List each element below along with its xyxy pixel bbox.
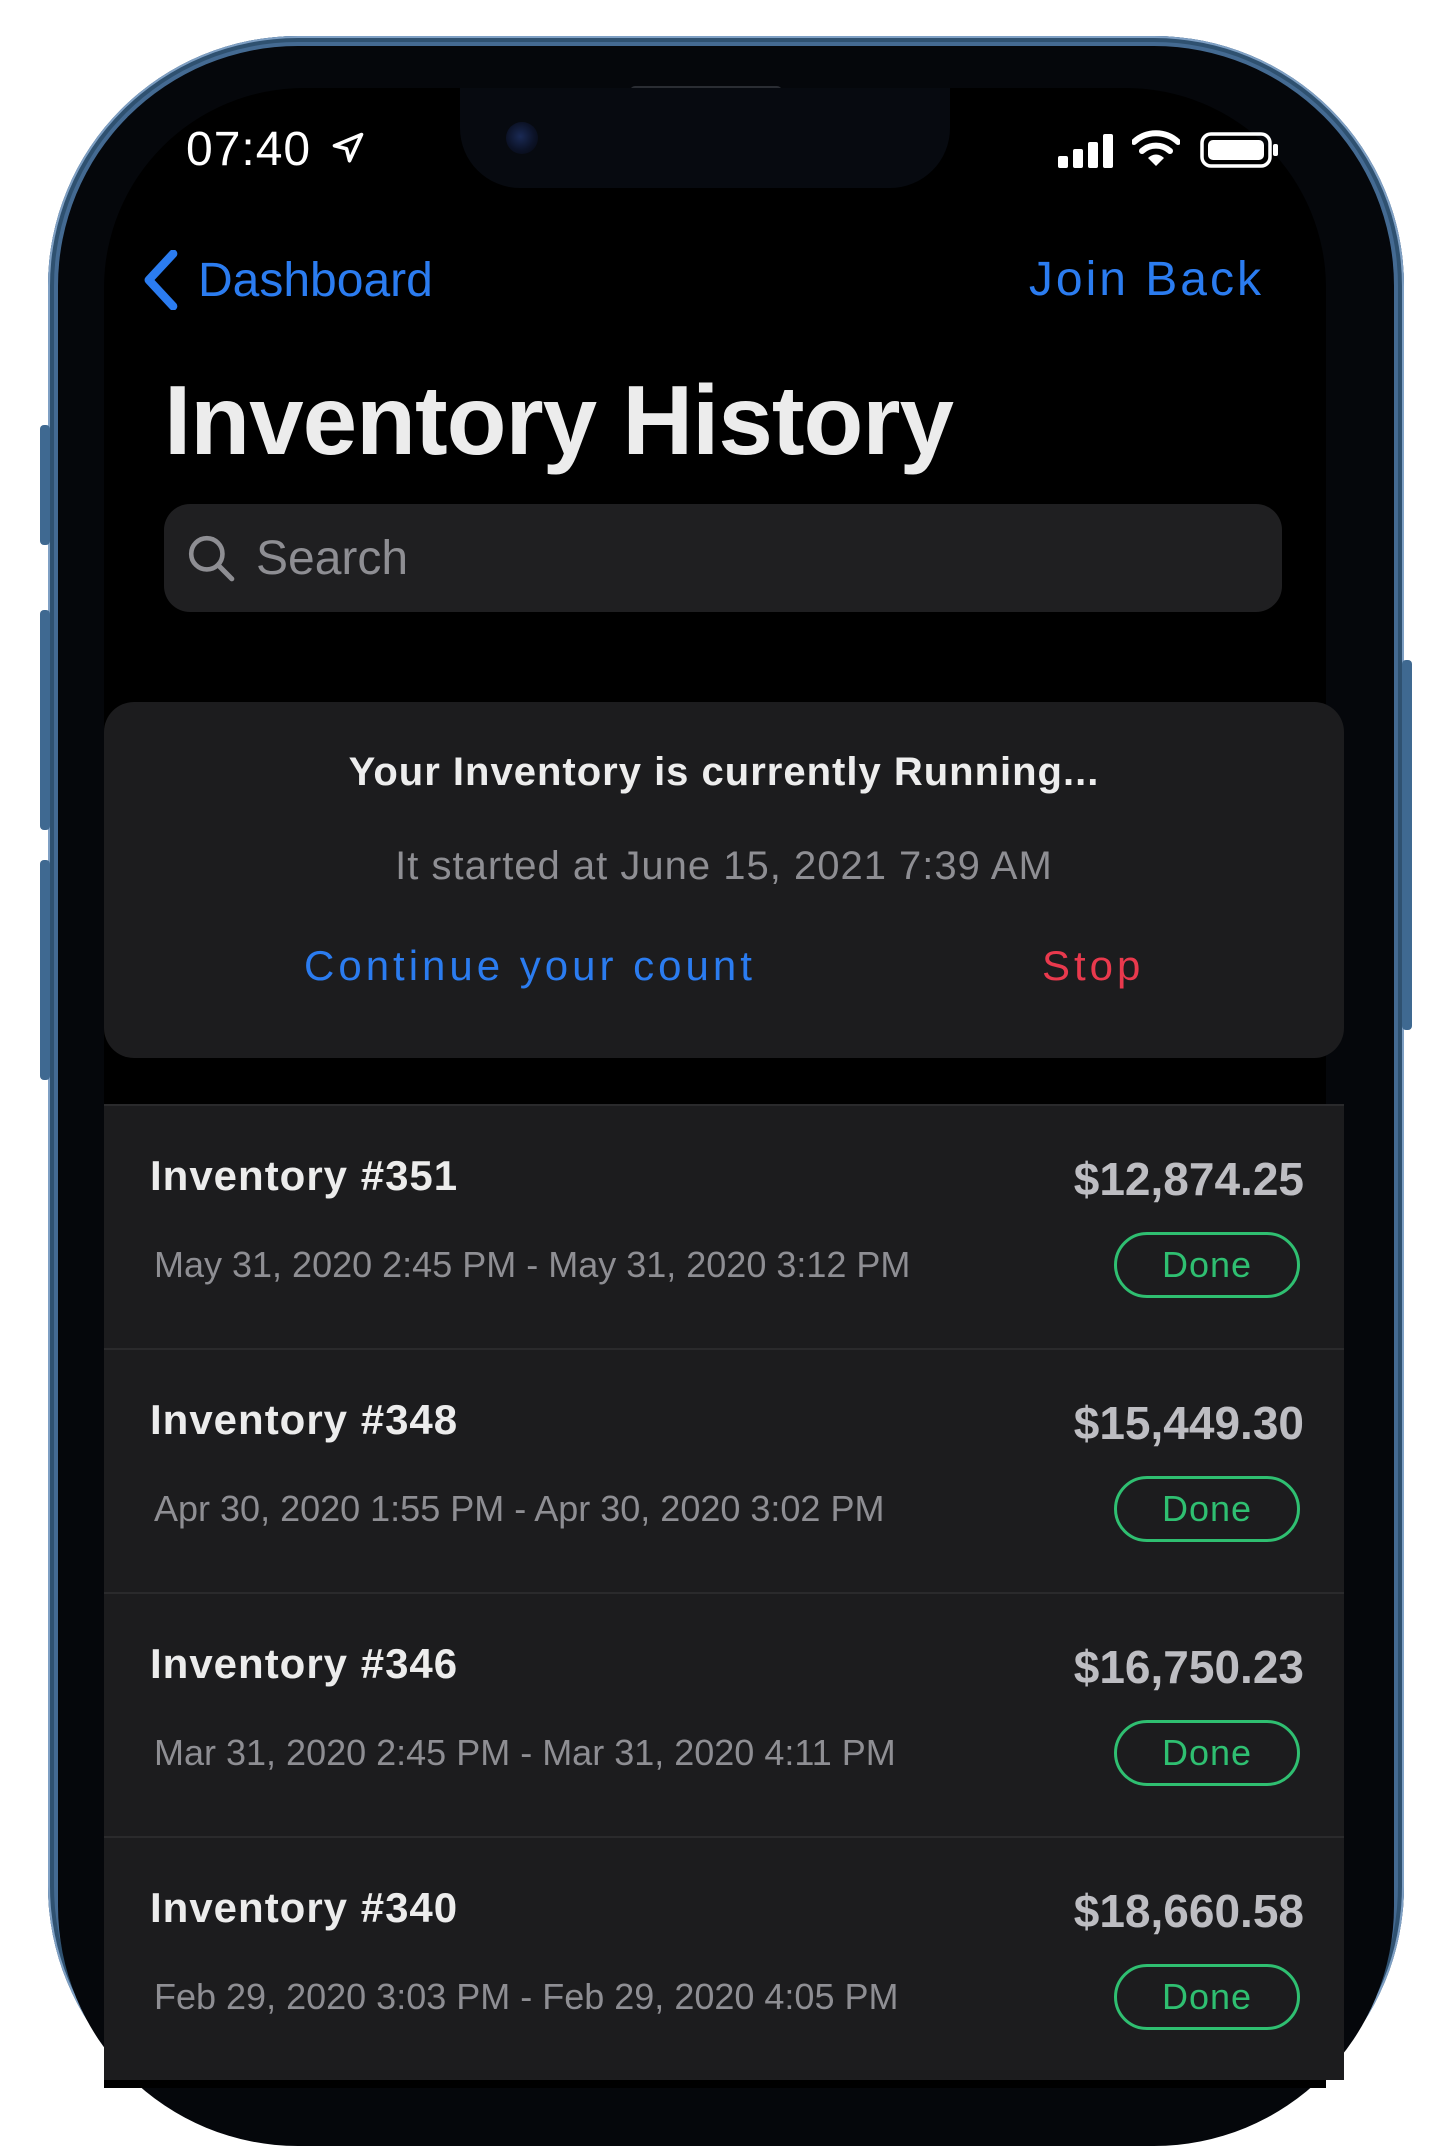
status-badge: Done: [1114, 1232, 1300, 1298]
back-button[interactable]: Dashboard: [140, 248, 433, 312]
running-start-time: It started at June 15, 2021 7:39 AM: [395, 844, 1053, 888]
inventory-name: Inventory #346: [150, 1640, 459, 1687]
search-bar[interactable]: [164, 504, 1282, 612]
inventory-amount: $16,750.23: [1073, 1641, 1304, 1693]
list-item[interactable]: Inventory #348 $15,449.30 Apr 30, 2020 1…: [104, 1348, 1344, 1592]
running-inventory-card: Your Inventory is currently Running... I…: [104, 702, 1344, 1058]
list-item[interactable]: Inventory #340 $18,660.58 Feb 29, 2020 3…: [104, 1836, 1344, 2080]
cellular-signal-icon: [1058, 134, 1113, 168]
inventory-dates: Apr 30, 2020 1:55 PM - Apr 30, 2020 3:02…: [154, 1488, 885, 1529]
inventory-name: Inventory #340: [150, 1884, 459, 1931]
status-badge: Done: [1114, 1964, 1300, 2030]
inventory-amount: $18,660.58: [1073, 1885, 1304, 1937]
status-time: 07:40: [186, 123, 312, 176]
volume-down-button: [40, 860, 50, 1080]
volume-up-button: [40, 610, 50, 830]
stop-button[interactable]: Stop: [1042, 942, 1144, 990]
status-badge: Done: [1114, 1476, 1300, 1542]
wifi-icon: [1132, 130, 1180, 166]
inventory-history-list: Inventory #351 $12,874.25 May 31, 2020 2…: [104, 1104, 1344, 2080]
battery-icon: [1200, 132, 1278, 168]
inventory-dates: May 31, 2020 2:45 PM - May 31, 2020 3:12…: [154, 1244, 911, 1285]
silent-switch: [40, 425, 50, 545]
location-arrow-icon: [332, 132, 364, 163]
inventory-name: Inventory #351: [150, 1152, 459, 1199]
list-item[interactable]: Inventory #346 $16,750.23 Mar 31, 2020 2…: [104, 1592, 1344, 1836]
running-title: Your Inventory is currently Running...: [348, 750, 1100, 794]
inventory-dates: Mar 31, 2020 2:45 PM - Mar 31, 2020 4:11…: [154, 1732, 896, 1773]
status-badge: Done: [1114, 1720, 1300, 1786]
inventory-amount: $15,449.30: [1073, 1397, 1304, 1449]
inventory-amount: $12,874.25: [1073, 1153, 1304, 1205]
power-button: [1402, 660, 1412, 1030]
inventory-dates: Feb 29, 2020 3:03 PM - Feb 29, 2020 4:05…: [154, 1976, 899, 2017]
back-button-label: Dashboard: [198, 253, 433, 307]
search-input[interactable]: [254, 529, 1158, 587]
join-back-button[interactable]: Join Back: [1029, 248, 1264, 312]
front-camera: [506, 122, 538, 154]
page-title: Inventory History: [164, 365, 954, 475]
search-icon: [188, 535, 235, 582]
inventory-name: Inventory #348: [150, 1396, 459, 1443]
list-item[interactable]: Inventory #351 $12,874.25 May 31, 2020 2…: [104, 1104, 1344, 1348]
continue-count-button[interactable]: Continue your count: [304, 942, 756, 990]
chevron-left-icon: [144, 250, 178, 310]
